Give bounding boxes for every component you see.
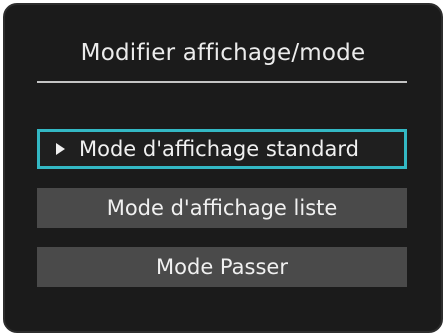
menu-item-label: Mode d'affichage standard [79, 137, 359, 161]
menu-item-standard-display[interactable]: Mode d'affichage standard [37, 129, 407, 169]
title-divider [37, 81, 407, 83]
lcd-screen: Modifier affichage/mode Mode d'affichage… [3, 3, 443, 333]
menu-item-label: Mode d'affichage liste [106, 196, 338, 220]
menu-item-skip-mode[interactable]: Mode Passer [37, 247, 407, 287]
menu-item-label: Mode Passer [156, 255, 288, 279]
menu-item-list-display[interactable]: Mode d'affichage liste [37, 188, 407, 228]
triangle-right-icon [56, 143, 65, 155]
menu-title: Modifier affichage/mode [80, 40, 366, 66]
